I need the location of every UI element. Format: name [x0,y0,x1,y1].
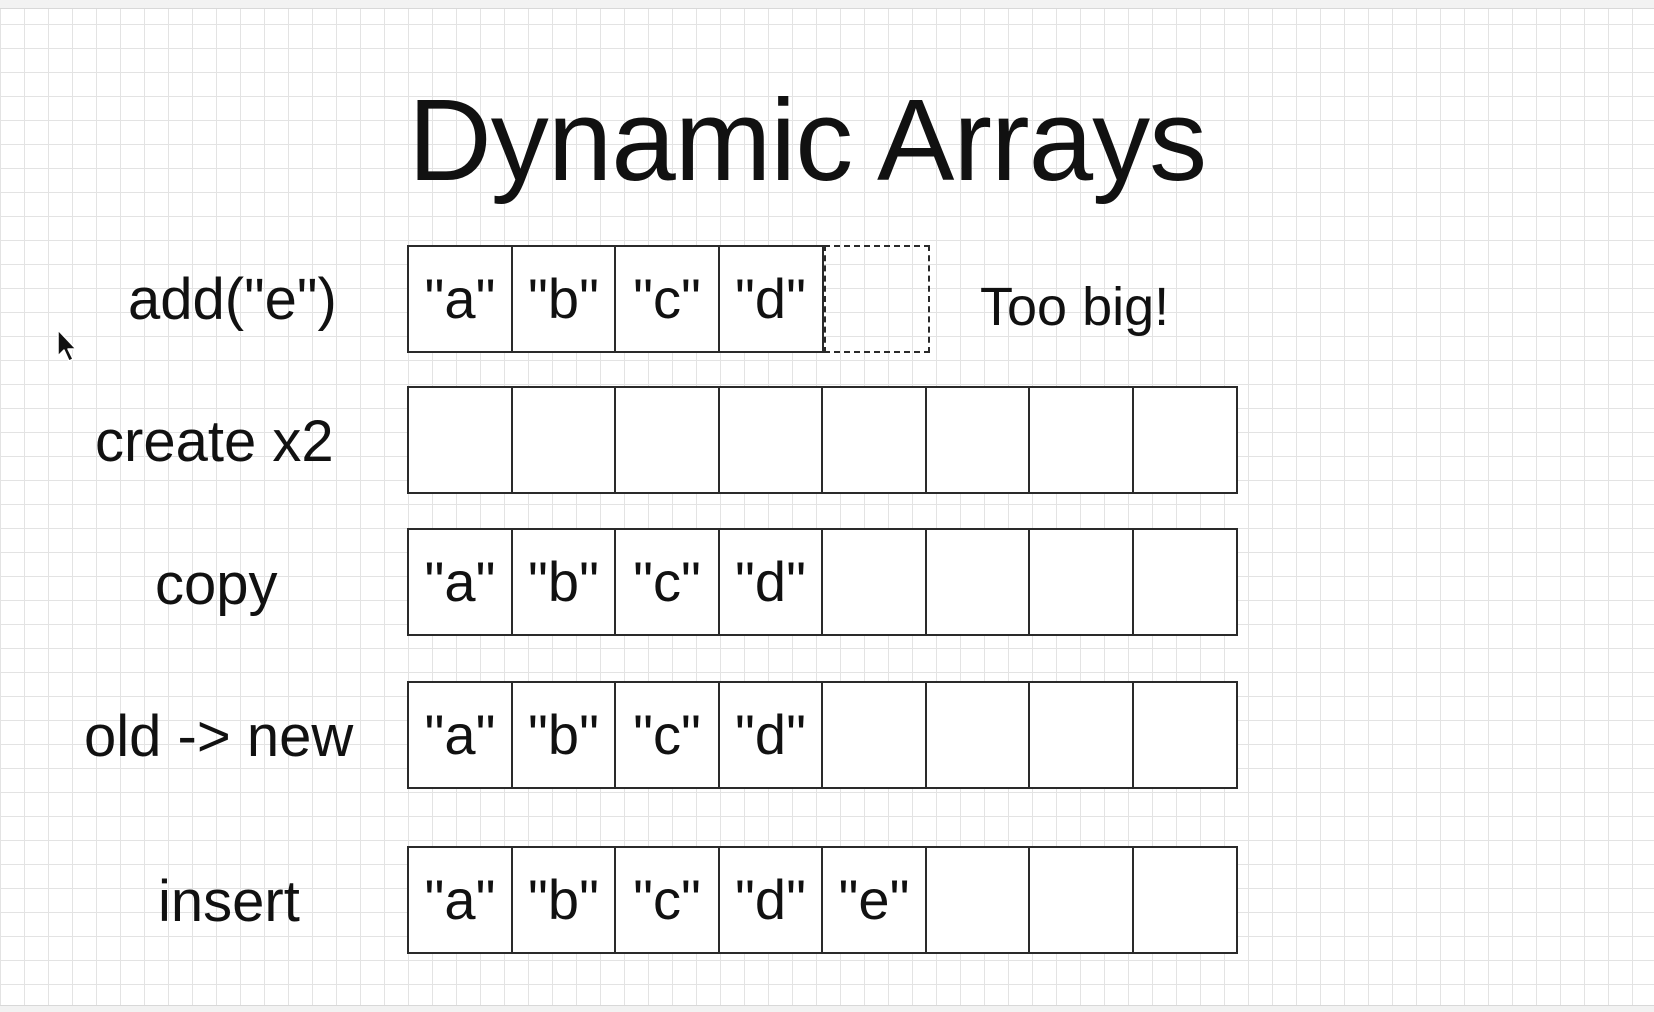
array-cell: "d" [717,245,824,353]
mouse-pointer-icon [57,329,77,362]
array-cell: "b" [510,245,617,353]
array-cell: "d" [717,846,824,954]
array-cell: "a" [407,846,513,954]
array-cell [1131,528,1238,636]
array-cell [1131,386,1238,494]
row-label-add: add("e") [128,267,337,332]
array-cell [1131,681,1238,789]
row-label-copy: copy [155,552,278,617]
array-cell: "a" [407,528,513,636]
array-cell [1028,846,1134,954]
diagram-canvas: Dynamic Arrays add("e") "a" "b" "c" "d" … [0,0,1654,1012]
array-cell: "e" [821,846,927,954]
array-cell [717,386,824,494]
array-after-insert: "a" "b" "c" "d" "e" [407,846,1238,954]
overflow-cell [823,245,930,353]
array-cell [510,386,617,494]
array-cell [821,386,927,494]
array-cell: "a" [407,681,513,789]
array-cell: "c" [614,681,720,789]
too-big-note: Too big! [980,277,1170,337]
array-cell: "c" [614,528,720,636]
array-cell [1028,528,1134,636]
array-cell [924,681,1031,789]
array-cell [821,528,927,636]
array-cell [407,386,513,494]
row-label-old-new: old -> new [84,704,354,769]
row-label-insert: insert [158,869,300,934]
array-cell [821,681,927,789]
array-copy: "a" "b" "c" "d" [407,528,1238,636]
diagram-title: Dynamic Arrays [408,75,1207,205]
array-doubled-empty [407,386,1238,494]
array-cell: "b" [510,681,617,789]
array-cell: "d" [717,681,824,789]
array-cell [924,386,1031,494]
array-cell [1028,386,1134,494]
array-cell [1028,681,1134,789]
array-cell: "c" [614,245,720,353]
array-cell: "d" [717,528,824,636]
array-original: "a" "b" "c" "d" [407,245,930,353]
array-cell: "c" [614,846,720,954]
array-cell [924,846,1031,954]
array-cell: "a" [407,245,513,353]
array-cell: "b" [510,528,617,636]
array-cell: "b" [510,846,617,954]
array-reassigned: "a" "b" "c" "d" [407,681,1238,789]
array-cell [614,386,720,494]
row-label-create: create x2 [95,409,334,474]
array-cell [1131,846,1238,954]
array-cell [924,528,1031,636]
